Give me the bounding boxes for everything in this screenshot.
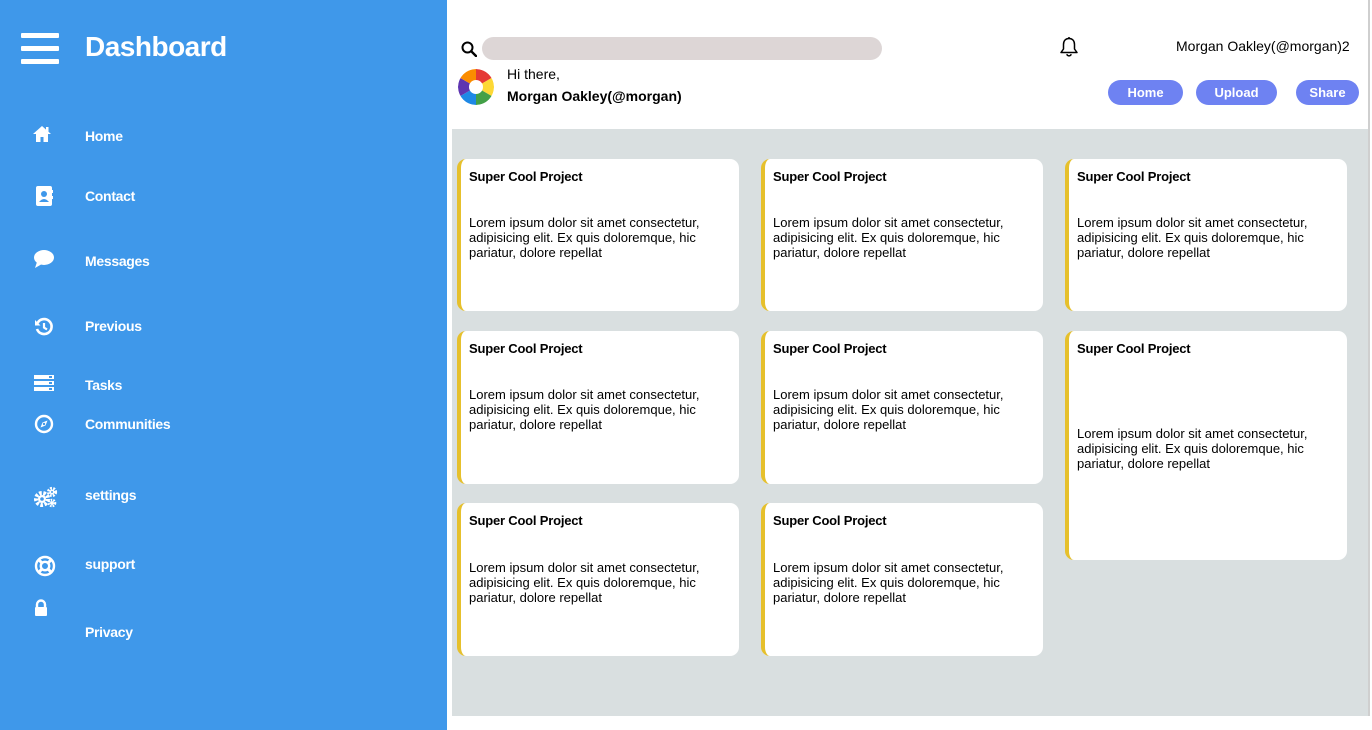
card-description: Lorem ipsum dolor sit amet consectetur, … — [1077, 426, 1308, 471]
sidebar-item-label: Privacy — [85, 624, 133, 640]
lock-icon — [29, 596, 53, 620]
greeting-text: Hi there, — [507, 66, 560, 82]
sidebar-item-support[interactable]: support — [0, 550, 447, 580]
sidebar-item-contact[interactable]: Contact — [0, 182, 447, 212]
sidebar-item-previous[interactable]: Previous — [0, 312, 447, 342]
gears-icon — [34, 485, 58, 509]
home-icon — [30, 122, 54, 146]
card-title: Super Cool Project — [469, 169, 583, 184]
lifebuoy-icon — [33, 554, 57, 578]
scrollbar-track — [1368, 0, 1370, 716]
project-card[interactable]: Super Cool Project Lorem ipsum dolor sit… — [457, 331, 739, 484]
project-card[interactable]: Super Cool Project Lorem ipsum dolor sit… — [761, 503, 1043, 656]
sidebar-item-communities[interactable]: Communities — [0, 410, 447, 440]
share-button[interactable]: Share — [1296, 80, 1359, 105]
search-icon[interactable] — [461, 41, 477, 57]
sidebar-item-label: Messages — [85, 253, 150, 269]
card-description: Lorem ipsum dolor sit amet consectetur, … — [469, 387, 700, 432]
card-description: Lorem ipsum dolor sit amet consectetur, … — [469, 560, 700, 605]
project-card[interactable]: Super Cool Project Lorem ipsum dolor sit… — [1065, 159, 1347, 311]
project-card[interactable]: Super Cool Project Lorem ipsum dolor sit… — [761, 159, 1043, 311]
sidebar-item-label: support — [85, 556, 136, 572]
sidebar-item-label: settings — [85, 487, 137, 503]
tasks-list-icon — [32, 371, 56, 395]
project-card[interactable]: Super Cool Project Lorem ipsum dolor sit… — [761, 331, 1043, 484]
card-title: Super Cool Project — [773, 169, 887, 184]
card-title: Super Cool Project — [773, 341, 887, 356]
card-description: Lorem ipsum dolor sit amet consectetur, … — [773, 387, 1004, 432]
project-card[interactable]: Super Cool Project Lorem ipsum dolor sit… — [457, 159, 739, 311]
project-card[interactable]: Super Cool Project Lorem ipsum dolor sit… — [1065, 331, 1347, 560]
sidebar-item-privacy[interactable]: Privacy — [0, 596, 447, 646]
history-icon — [32, 315, 56, 339]
contact-card-icon — [32, 184, 56, 208]
sidebar-item-label: Tasks — [85, 377, 123, 393]
card-title: Super Cool Project — [469, 513, 583, 528]
sidebar: Dashboard Home Contact Messages Previous… — [0, 0, 447, 730]
card-description: Lorem ipsum dolor sit amet consectetur, … — [1077, 215, 1308, 260]
sidebar-item-messages[interactable]: Messages — [0, 247, 447, 277]
card-title: Super Cool Project — [469, 341, 583, 356]
sidebar-item-home[interactable]: Home — [0, 122, 447, 152]
avatar[interactable] — [458, 69, 494, 105]
card-title: Super Cool Project — [773, 513, 887, 528]
top-header — [452, 0, 1372, 129]
home-button[interactable]: Home — [1108, 80, 1183, 105]
speech-bubble-icon — [32, 247, 56, 271]
sidebar-item-tasks[interactable]: Tasks — [0, 371, 447, 401]
card-description: Lorem ipsum dolor sit amet consectetur, … — [469, 215, 700, 260]
project-card[interactable]: Super Cool Project Lorem ipsum dolor sit… — [457, 503, 739, 656]
sidebar-item-settings[interactable]: settings — [0, 481, 447, 511]
sidebar-item-label: Communities — [85, 416, 171, 432]
sidebar-item-label: Previous — [85, 318, 142, 334]
compass-icon — [32, 412, 56, 436]
search-input[interactable] — [482, 37, 882, 60]
user-handle[interactable]: Morgan Oakley(@morgan)2 — [1176, 38, 1350, 54]
upload-button[interactable]: Upload — [1196, 80, 1277, 105]
card-title: Super Cool Project — [1077, 169, 1191, 184]
bell-icon[interactable] — [1058, 36, 1080, 58]
greeting-user-name: Morgan Oakley(@morgan) — [507, 88, 682, 104]
card-description: Lorem ipsum dolor sit amet consectetur, … — [773, 560, 1004, 605]
card-description: Lorem ipsum dolor sit amet consectetur, … — [773, 215, 1004, 260]
sidebar-item-label: Home — [85, 128, 123, 144]
dashboard-title: Dashboard — [85, 31, 227, 62]
hamburger-menu-icon[interactable] — [21, 33, 59, 65]
card-title: Super Cool Project — [1077, 341, 1191, 356]
sidebar-item-label: Contact — [85, 188, 136, 204]
